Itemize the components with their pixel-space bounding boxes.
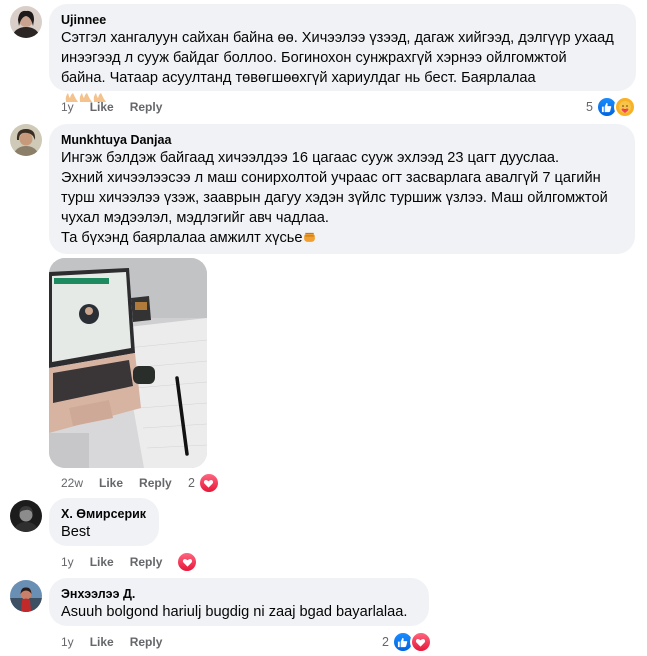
comment-bubble: Энхээлээ Д. Asuuh bolgond hariulj bugdig… (49, 578, 429, 626)
reaction-count: 5 (586, 100, 593, 114)
reaction-count: 2 (188, 476, 195, 490)
comment-actions: 1y Like Reply (61, 100, 178, 114)
comment-author[interactable]: Munkhtuya Danjaa (61, 132, 623, 148)
comment-time[interactable]: 22w (61, 476, 83, 490)
comment-text: Ингэж бэлдэж байгаад хичээлдээ 16 цагаас… (61, 150, 608, 246)
reaction-summary[interactable] (176, 551, 198, 573)
reaction-summary[interactable]: 2 (188, 472, 220, 494)
reply-button[interactable]: Reply (130, 635, 163, 649)
avatar[interactable] (10, 6, 42, 38)
love-icon (176, 551, 198, 573)
like-button[interactable]: Like (99, 476, 123, 490)
comment-actions: 1y Like Reply (61, 555, 178, 569)
avatar[interactable] (10, 500, 42, 532)
avatar[interactable] (10, 580, 42, 612)
comment-time[interactable]: 1y (61, 555, 74, 569)
fist-emoji (302, 230, 317, 246)
comment-author[interactable]: Х. Өмирсерик (61, 506, 147, 522)
avatar[interactable] (10, 124, 42, 156)
reply-button[interactable]: Reply (130, 555, 163, 569)
care-icon (613, 96, 636, 118)
reaction-summary[interactable]: 5 (586, 96, 636, 118)
reply-button[interactable]: Reply (130, 100, 163, 114)
comment-author[interactable]: Энхээлээ Д. (61, 586, 417, 602)
comment-bubble: Х. Өмирсерик Best (49, 498, 159, 546)
comment-time[interactable]: 1y (61, 100, 74, 114)
love-icon (197, 472, 220, 494)
comment-text: Asuuh bolgond hariulj bugdig ni zaaj bga… (61, 604, 408, 620)
reaction-summary[interactable]: 2 (382, 631, 432, 653)
comment-photo[interactable] (49, 258, 207, 468)
comment-author[interactable]: Ujinnee (61, 12, 624, 28)
reaction-count: 2 (382, 635, 389, 649)
like-button[interactable]: Like (90, 635, 114, 649)
like-button[interactable]: Like (90, 555, 114, 569)
comment-text: Best (61, 524, 91, 540)
love-icon (409, 631, 432, 653)
comment-actions: 1y Like Reply (61, 635, 178, 649)
comment-time[interactable]: 1y (61, 635, 74, 649)
comment-actions: 22w Like Reply (61, 476, 188, 490)
like-button[interactable]: Like (90, 100, 114, 114)
comment-bubble: Munkhtuya Danjaa Ингэж бэлдэж байгаад хи… (49, 124, 635, 254)
comment-text: Сэтгэл хангалуун сайхан байна өө. Хичээл… (61, 30, 614, 86)
reply-button[interactable]: Reply (139, 476, 172, 490)
comment-bubble: Ujinnee Сэтгэл хангалуун сайхан байна өө… (49, 4, 636, 102)
